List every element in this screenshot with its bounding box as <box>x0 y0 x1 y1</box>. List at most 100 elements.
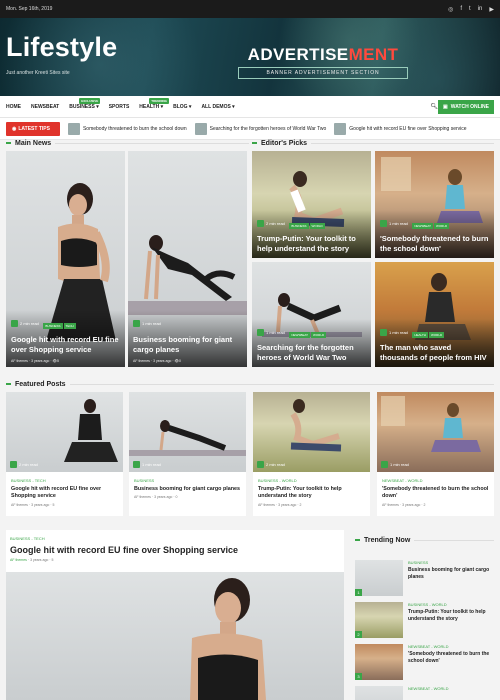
section-heading-main-news: Main News <box>6 137 249 149</box>
trending-title[interactable]: Business booming for giant cargo planes <box>408 567 494 580</box>
post-category[interactable]: NEWSBEAT - WORLD <box>408 644 494 649</box>
post-category[interactable]: NEWSBEAT - WORLD <box>408 686 449 691</box>
post-title[interactable]: Trump-Putin: Your toolkit to help unders… <box>258 486 365 501</box>
category-badge[interactable]: NEWSBEAT <box>412 222 433 229</box>
editors-pick-card[interactable]: 1 min read NEWSBEAT WORLD Searching for t… <box>252 262 371 367</box>
ticker-item[interactable]: Searching for the forgotten heroes of Wo… <box>194 122 326 135</box>
camera-icon <box>380 328 387 336</box>
category-badge[interactable]: WORLD <box>310 331 327 338</box>
ticker-thumbnail <box>67 122 80 135</box>
main-navigation: HOME NEWSBEAT EXCLUSIVE BUSINESS ▾ SPORTS… <box>0 96 500 118</box>
trending-list: 1 BUSINESS Business booming for giant car… <box>355 552 494 700</box>
card-title[interactable]: Business booming for giant cargo planes <box>133 335 242 355</box>
twitter-icon[interactable]: t <box>469 6 471 13</box>
category-badge[interactable]: WORLD <box>309 222 325 229</box>
post-category[interactable]: BUSINESS - TECH <box>11 478 118 483</box>
category-badge[interactable]: BUSINESS <box>43 322 63 329</box>
big-post-card[interactable]: BUSINESS - TECH Google hit with record E… <box>6 530 344 700</box>
read-time: 1 min read <box>133 461 161 468</box>
post-title[interactable]: 'Somebody threatened to burn the school … <box>382 486 489 501</box>
card-title[interactable]: The man who saved thousands of people fr… <box>380 343 489 363</box>
card-title[interactable]: Searching for the forgotten heroes of Wo… <box>257 343 366 363</box>
read-time: 2 min read <box>257 461 285 468</box>
card-title[interactable]: Trump-Putin: Your toolkit to help unders… <box>257 234 366 254</box>
card-overlay: 2 min read BUSINESS TECH Google hit with … <box>6 309 125 367</box>
nav-item-sports[interactable]: SPORTS <box>109 104 130 110</box>
card-title[interactable]: Google hit with record EU fine over Shop… <box>11 335 120 355</box>
post-meta: AF themes · 3 years ago · 2 <box>258 502 302 507</box>
trending-item[interactable]: 1 BUSINESS Business booming for giant car… <box>355 560 494 600</box>
read-time: 2 min read <box>10 461 38 468</box>
trending-item[interactable]: 4 NEWSBEAT - WORLD <box>355 686 494 700</box>
featured-post-card[interactable]: 1 min read BUSINESS Business booming for… <box>129 392 246 516</box>
trending-title[interactable]: Trump-Putin: Your toolkit to help unders… <box>408 609 494 622</box>
featured-post-card[interactable]: 1 min read NEWSBEAT - WORLD 'Somebody th… <box>377 392 494 516</box>
read-time: 2 min read <box>257 219 285 227</box>
post-category[interactable]: BUSINESS - TECH <box>10 536 340 541</box>
date-text: Mon. Sep 16th, 2019 <box>6 6 53 12</box>
trending-item[interactable]: 3 NEWSBEAT - WORLD 'Somebody threatened t… <box>355 644 494 684</box>
facebook-icon[interactable]: f <box>460 6 462 13</box>
editors-pick-card[interactable]: 1 min read NEWSBEAT WORLD 'Somebody threa… <box>375 151 494 258</box>
category-badge[interactable]: BUSINESS <box>289 222 309 229</box>
category-badge[interactable]: HEALTH <box>412 331 428 338</box>
post-title[interactable]: Business booming for giant cargo planes <box>134 486 241 493</box>
featured-post-card[interactable]: 2 min read BUSINESS - TECH Google hit wi… <box>6 392 123 516</box>
read-time: 1 min read <box>381 461 409 468</box>
main-news-card[interactable]: 1 min read Business booming for giant ca… <box>128 151 247 367</box>
nav-item-blog[interactable]: BLOG ▾ <box>173 104 191 110</box>
nav-item-newsbeat[interactable]: NEWSBEAT <box>31 104 59 110</box>
linkedin-icon[interactable]: in <box>478 6 483 13</box>
ticker-item[interactable]: Somebody threatened to burn the school d… <box>67 122 187 135</box>
category-badge[interactable]: WORLD <box>428 331 445 338</box>
instagram-icon[interactable]: ◎ <box>448 6 453 13</box>
trending-item[interactable]: 2 BUSINESS - WORLD Trump-Putin: Your tool… <box>355 602 494 642</box>
post-title[interactable]: Google hit with record EU fine over Shop… <box>11 486 118 501</box>
ticker-item[interactable]: Google hit with record EU fine over Shop… <box>334 122 467 135</box>
featured-post-image: 2 min read <box>253 392 370 472</box>
category-badge[interactable]: WORLD <box>433 222 450 229</box>
camera-icon <box>133 461 140 468</box>
editors-pick-card[interactable]: 1 min read HEALTH WORLD The man who saved… <box>375 262 494 367</box>
featured-post-image: 1 min read <box>129 392 246 472</box>
site-logo[interactable]: Lifestyle <box>6 32 117 63</box>
read-time: 1 min read <box>257 328 285 336</box>
featured-post-image: 2 min read <box>6 392 123 472</box>
header-advertisement[interactable]: ADVERTISEMENT BANNER ADVERTISEMENT SECTI… <box>238 45 408 79</box>
watch-online-button[interactable]: ▣ WATCH ONLINE <box>438 100 494 114</box>
read-time: 1 min read <box>380 219 408 227</box>
youtube-icon[interactable]: ▶ <box>489 6 494 13</box>
category-badge[interactable]: TECH <box>63 322 76 329</box>
card-overlay: 1 min read NEWSBEAT WORLD Searching for t… <box>252 318 371 367</box>
card-meta: AF themes · 3 years ago · 👁︎5 <box>11 359 59 363</box>
nav-item-business[interactable]: EXCLUSIVE BUSINESS ▾ <box>69 97 101 110</box>
post-category[interactable]: BUSINESS <box>408 560 494 565</box>
camera-icon <box>257 219 264 227</box>
post-category[interactable]: BUSINESS <box>134 478 241 483</box>
nav-item-health[interactable]: TRENDING HEALTH ▾ <box>139 97 169 110</box>
featured-post-card[interactable]: 2 min read BUSINESS - WORLD Trump-Putin:… <box>253 392 370 516</box>
camera-icon <box>10 461 17 468</box>
nav-item-home[interactable]: HOME <box>6 104 21 110</box>
post-meta: AF themes · 3 years ago · 2 <box>382 502 426 507</box>
read-time: 2 min read <box>11 319 39 327</box>
editors-pick-card[interactable]: 2 min read BUSINESS WORLD Trump-Putin: Yo… <box>252 151 371 258</box>
post-title[interactable]: Google hit with record EU fine over Shop… <box>10 545 340 555</box>
post-category[interactable]: BUSINESS - WORLD <box>258 478 365 483</box>
ad-subtitle: BANNER ADVERTISEMENT SECTION <box>238 67 408 79</box>
latest-tips-label: ◉ LATEST TIPS <box>6 121 60 136</box>
site-tagline: Just another Kreeti Sites site <box>6 70 70 76</box>
search-icon[interactable]: 🔍︎ <box>430 103 438 110</box>
trending-rank: 3 <box>355 673 362 680</box>
trending-thumbnail: 1 <box>355 560 403 596</box>
post-category[interactable]: NEWSBEAT - WORLD <box>382 478 489 483</box>
post-category[interactable]: BUSINESS - WORLD <box>408 602 494 607</box>
card-title[interactable]: 'Somebody threatened to burn the school … <box>380 234 489 254</box>
nav-item-all-demos[interactable]: ALL DEMOS ▾ <box>201 104 234 110</box>
trending-title[interactable]: 'Somebody threatened to burn the school … <box>408 651 494 664</box>
featured-post-image: 1 min read <box>377 392 494 472</box>
card-overlay: 1 min read Business booming for giant ca… <box>128 309 247 367</box>
camera-icon <box>381 461 388 468</box>
main-news-card[interactable]: 2 min read BUSINESS TECH Google hit with … <box>6 151 125 367</box>
category-badge[interactable]: NEWSBEAT <box>289 331 310 338</box>
